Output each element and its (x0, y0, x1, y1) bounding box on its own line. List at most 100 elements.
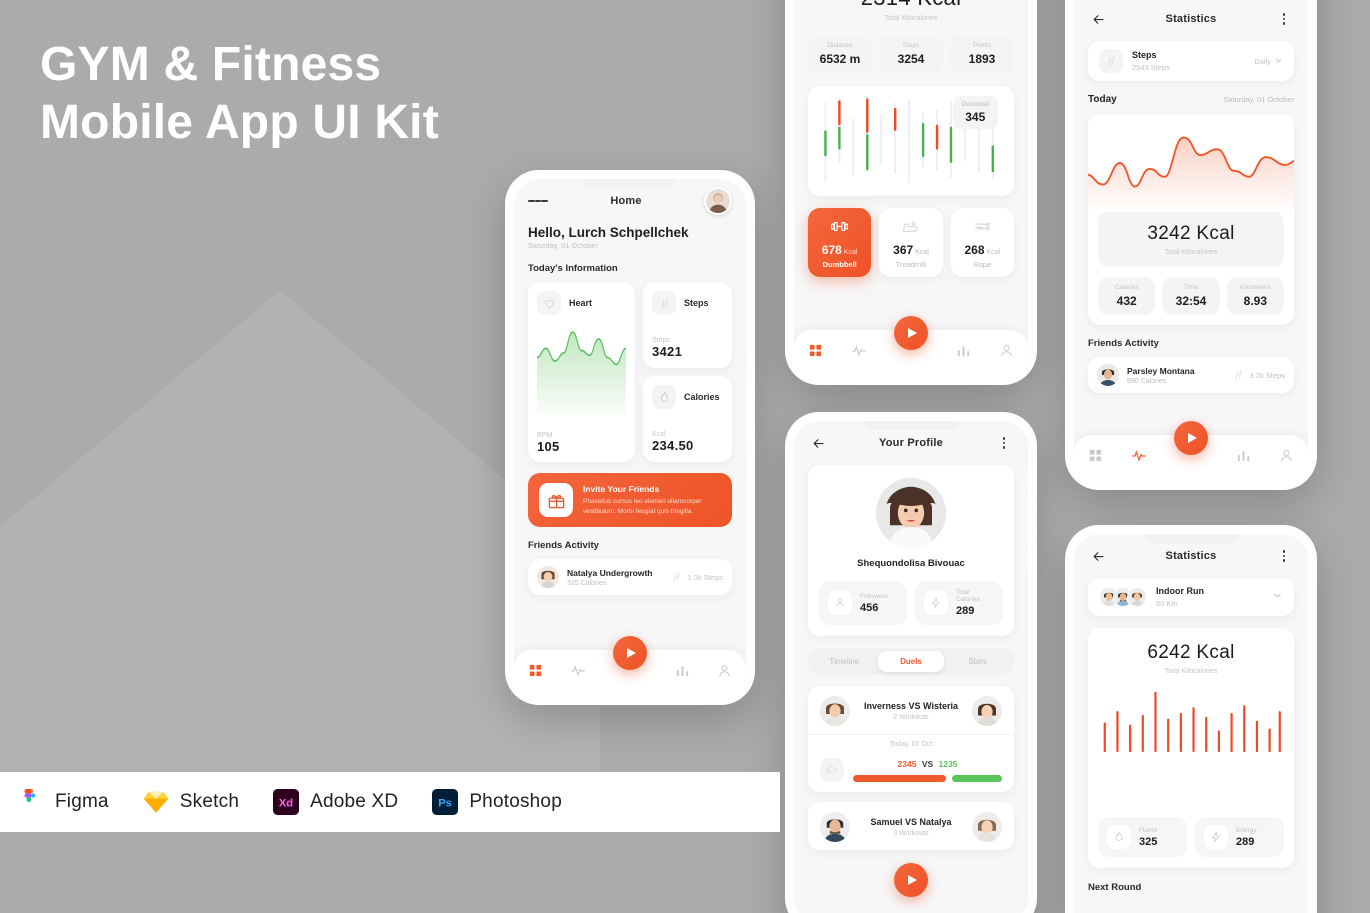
phone-mockup-workout: 2314 Kcal Total Kilocalories Distance 65… (785, 0, 1037, 385)
metric-card-calories[interactable]: Calories Kcal 234.50 (643, 376, 732, 462)
nav-pulse-icon[interactable] (570, 663, 586, 684)
exercise-card-dumbbell[interactable]: 678 Kcal Dumbbell (808, 208, 872, 277)
exercise-card-rope[interactable]: 268 Kcal Rope (950, 208, 1014, 277)
flame-icon (652, 385, 676, 409)
rounds-screen: Statistics Indoor Run 50 Km 6242 Kcal To… (1074, 534, 1308, 913)
calories-card-head: Calories (652, 385, 723, 409)
more-options-icon[interactable] (1274, 546, 1294, 566)
treadmill-kcal-unit: Kcal (915, 249, 929, 256)
nav-bars-icon[interactable] (956, 343, 971, 363)
section-title-friends: Friends Activity (528, 540, 599, 551)
duel-1-scores: 2345 VS 1235 (853, 759, 1002, 782)
pill-kilometers: Kilometers 8.93 (1226, 277, 1284, 315)
tool-photoshop-label: Photoshop (469, 791, 562, 812)
exercise-dumbbell-name: Dumbbell (822, 260, 857, 269)
nav-grid-icon[interactable] (1088, 448, 1103, 468)
nav-person-icon[interactable] (999, 343, 1014, 363)
nav-bars-icon[interactable] (675, 663, 690, 683)
mini-stat-flame-value: 325 (1139, 835, 1158, 848)
menu-icon[interactable] (528, 191, 549, 211)
duel-1-avatar-left (820, 696, 850, 726)
tool-sketch[interactable]: Sketch (143, 789, 239, 815)
tool-figma[interactable]: Figma (18, 789, 109, 815)
svg-text:Ps: Ps (439, 798, 453, 810)
tooltip-label: Dumbbell (961, 101, 989, 108)
duel-2-sub: 3 Workouts (893, 830, 929, 837)
play-fab-button[interactable] (894, 863, 928, 897)
play-fab-button[interactable] (613, 636, 647, 670)
steps-selector-card[interactable]: Steps 2543 Steps Daily (1088, 41, 1294, 81)
shoe-icon (820, 758, 844, 782)
mini-stat-flame-text: Flame 325 (1139, 827, 1157, 848)
svg-text:Xd: Xd (279, 798, 293, 810)
exercise-card-treadmill[interactable]: 367 Kcal Treadmill (879, 208, 943, 277)
friend-steps-block: 1.3k Steps (670, 570, 723, 585)
duel-card-2[interactable]: Samuel VS Natalya 3 Workouts (808, 802, 1014, 850)
calories-card-value: 234.50 (652, 438, 694, 453)
nav-bars-icon[interactable] (1236, 448, 1251, 468)
back-arrow-icon[interactable] (1088, 546, 1108, 566)
metric-card-steps[interactable]: Steps Steps 3421 (643, 282, 732, 368)
metric-card-heart[interactable]: Heart BPM 105 (528, 282, 635, 462)
back-arrow-icon[interactable] (808, 433, 828, 453)
tool-adobexd[interactable]: Xd Adobe XD (273, 789, 398, 815)
tab-stars[interactable]: Stars (944, 651, 1011, 672)
play-fab-button[interactable] (1174, 421, 1208, 455)
more-options-icon[interactable] (1274, 9, 1294, 29)
stat-followers: Followers 456 (819, 581, 907, 625)
duel-1-score-right: 1235 (938, 758, 958, 769)
today-header-row: Today Saturday, 01 October (1088, 94, 1294, 105)
statistics-content: Steps 2543 Steps Daily Today Saturday, 0… (1074, 41, 1308, 393)
tool-photoshop[interactable]: Ps Photoshop (432, 789, 562, 815)
daily-dropdown[interactable]: Daily (1254, 56, 1283, 67)
dumbbell-kcal-unit: Kcal (843, 249, 858, 256)
chevron-down-icon[interactable] (1272, 590, 1283, 604)
indoor-run-selector-card[interactable]: Indoor Run 50 Km (1088, 578, 1294, 616)
rope-icon (957, 217, 1008, 236)
chevron-down-icon (1274, 56, 1283, 67)
nav-pulse-icon[interactable] (1131, 448, 1147, 469)
greeting-date: Saturday, 01 October (528, 243, 599, 250)
steps-icon (652, 291, 676, 315)
profile-user-name: Shequondolisa Bivouac (857, 558, 965, 569)
nav-person-icon[interactable] (717, 663, 732, 683)
duel-1-title-block: Inverness VS Wisteria 2 Workouts (864, 701, 958, 721)
friend-activity-row[interactable]: Natalya Undergrowth 325 Calories 1.3k St… (528, 559, 732, 595)
nav-pulse-icon[interactable] (851, 343, 867, 364)
mini-stat-energy: Energy 289 (1195, 817, 1284, 857)
rounds-bar-chart (1098, 689, 1284, 805)
calories-card-label: Calories (684, 392, 720, 402)
nav-grid-icon[interactable] (528, 663, 543, 683)
friend-activity-row[interactable]: Parsley Montana 890 Calories 3.2k Steps (1088, 357, 1294, 393)
mini-stat-energy-label: Energy (1236, 826, 1257, 834)
nav-person-icon[interactable] (1279, 448, 1294, 468)
nav-grid-icon[interactable] (808, 343, 823, 363)
steps-card-value: 3421 (652, 344, 683, 359)
profile-stats-row: Followers 456 Total Calories 289 (819, 581, 1003, 625)
heart-card-value: 105 (537, 439, 560, 454)
tab-timeline[interactable]: Timeline (811, 651, 878, 672)
profile-avatar[interactable] (819, 478, 1003, 548)
duel-card-1[interactable]: Inverness VS Wisteria 2 Workouts Today, … (808, 686, 1014, 792)
friend-info: Parsley Montana 890 Calories (1127, 366, 1195, 385)
rounds-total-kcal: 6242 Kcal (1147, 642, 1235, 663)
play-fab-button[interactable] (894, 316, 928, 350)
mini-stat-flame-label: Flame (1139, 826, 1158, 834)
avatar[interactable] (704, 187, 732, 215)
duel-1-date: Today, 01 Oct (808, 734, 1014, 754)
indoor-run-sub: 50 Km (1156, 599, 1178, 608)
duel-1-bars (853, 774, 1002, 782)
page-title: Statistics (1165, 13, 1217, 25)
back-arrow-icon[interactable] (1088, 9, 1108, 29)
stats-total-sub: Total Kilocalories (1164, 249, 1218, 256)
stats-total-kcal: 3242 Kcal (1147, 223, 1235, 244)
bolt-icon (1204, 825, 1228, 849)
heart-card-head: Heart (537, 291, 626, 315)
gift-icon (539, 483, 573, 517)
home-content: Hello, Lurch Schpellchek Saturday, 01 Oc… (514, 225, 746, 595)
tab-duels[interactable]: Duels (877, 651, 945, 672)
stat-followers-value: 456 (860, 601, 879, 614)
invite-friends-banner[interactable]: Invite Your Friends Phasellus cursus leo… (528, 473, 732, 527)
pill-steps: Steps 3254 (879, 35, 943, 73)
more-options-icon[interactable] (994, 433, 1014, 453)
